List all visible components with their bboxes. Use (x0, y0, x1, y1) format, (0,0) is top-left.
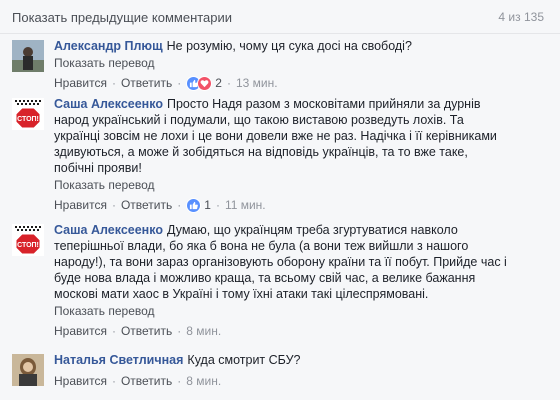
reactions-count: 1 (204, 198, 211, 212)
like-link[interactable]: Нравится (54, 198, 107, 212)
comment-timestamp[interactable]: 8 мин. (186, 324, 221, 338)
avatar[interactable] (12, 40, 44, 72)
show-previous-comments-link[interactable]: Показать предыдущие комментарии (12, 10, 232, 25)
reply-link[interactable]: Ответить (121, 374, 172, 388)
like-link[interactable]: Нравится (54, 76, 107, 90)
reactions-count: 2 (215, 76, 222, 90)
reactions-summary[interactable]: 1 (186, 197, 211, 213)
comment-text: Александр Плющ Не розумію, чому ця сука д… (54, 39, 412, 53)
comment-text: Саша Алексеенко Думаю, що українцям треба… (54, 223, 507, 301)
comment-actions: Нравится · Ответить · 8 мин. (54, 374, 222, 388)
reply-link[interactable]: Ответить (121, 324, 172, 338)
comment-actions: Нравится · Ответить · 2 · 13 мин. (54, 75, 278, 91)
avatar[interactable] (12, 354, 44, 386)
avatar[interactable]: СТОП! (12, 98, 44, 130)
comment-author[interactable]: Наталья Светличная (54, 353, 183, 367)
avatar[interactable]: СТОП! (12, 224, 44, 256)
comments-header: Показать предыдущие комментарии 4 из 135 (0, 0, 560, 34)
like-link[interactable]: Нравится (54, 374, 107, 388)
comment-text: Саша Алексеенко Просто Надя разом з моско… (54, 97, 497, 175)
comment-author[interactable]: Саша Алексеенко (54, 97, 163, 111)
show-translation-link[interactable]: Показать перевод (54, 304, 546, 320)
comment-actions: Нравится · Ответить · 8 мин. (54, 324, 222, 338)
reply-link[interactable]: Ответить (121, 198, 172, 212)
comment-text: Наталья Светличная Куда смотрит СБУ? (54, 353, 301, 367)
comment-actions: Нравится · Ответить · 1 · 11 мин. (54, 197, 266, 213)
comment-author[interactable]: Саша Алексеенко (54, 223, 163, 237)
comment-counter: 4 из 135 (498, 10, 544, 24)
like-link[interactable]: Нравится (54, 324, 107, 338)
reply-link[interactable]: Ответить (121, 76, 172, 90)
reactions-summary[interactable]: 2 (186, 75, 222, 91)
svg-text:СТОП!: СТОП! (17, 116, 39, 123)
comment-timestamp[interactable]: 8 мин. (186, 374, 221, 388)
show-translation-link[interactable]: Показать перевод (54, 178, 546, 194)
heart-icon (197, 75, 213, 91)
comment-timestamp[interactable]: 13 мин. (236, 76, 278, 90)
thumbs-up-icon (186, 197, 202, 213)
comment-author[interactable]: Александр Плющ (54, 39, 163, 53)
comment-timestamp[interactable]: 11 мин. (225, 198, 266, 212)
show-translation-link[interactable]: Показать перевод (54, 56, 546, 72)
svg-text:СТОП!: СТОП! (17, 242, 39, 249)
